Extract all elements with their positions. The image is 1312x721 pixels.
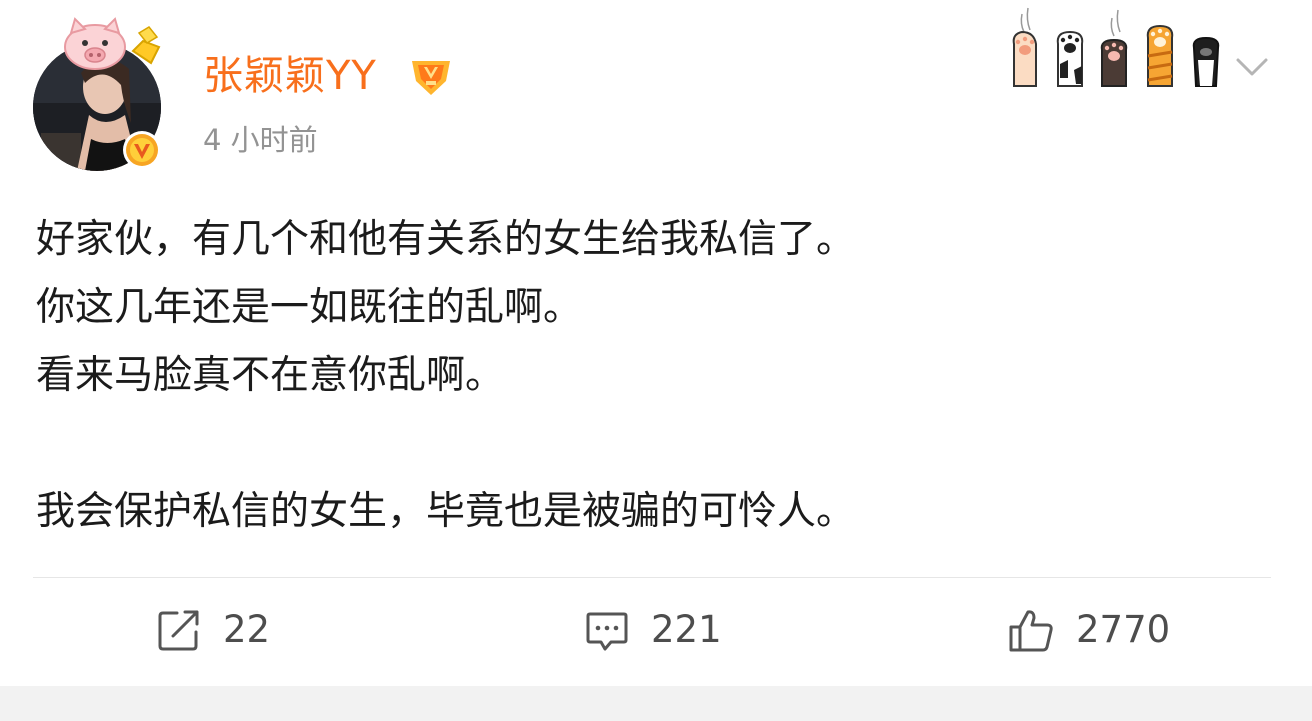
- username[interactable]: 张颖颖YY: [203, 50, 377, 102]
- chevron-down-icon[interactable]: [1232, 52, 1272, 82]
- comment-count: 221: [651, 608, 722, 651]
- repost-count: 22: [223, 608, 271, 651]
- like-button[interactable]: 2770: [1008, 600, 1170, 660]
- post-content: 好家伙，有几个和他有关系的女生给我私信了。 你这几年还是一如既往的乱啊。 看来马…: [36, 206, 1276, 546]
- thumbs-up-icon: [1009, 610, 1053, 652]
- rank-badge-icon[interactable]: [408, 55, 454, 97]
- comment-icon: [586, 612, 628, 651]
- divider: [33, 577, 1271, 578]
- post-timestamp: 4 小时前: [203, 123, 318, 157]
- feed-separator: [0, 686, 1312, 721]
- post-text-line: 看来马脸真不在意你乱啊。: [36, 353, 505, 398]
- pig-frame-icon: [64, 17, 161, 70]
- verified-badge-icon: [123, 131, 161, 169]
- like-count: 2770: [1076, 608, 1171, 651]
- post-text-line: 你这几年还是一如既往的乱啊。: [36, 285, 583, 330]
- post-text-line: 好家伙，有几个和他有关系的女生给我私信了。: [36, 217, 856, 262]
- post-text-line: 我会保护私信的女生，毕竟也是被骗的可怜人。: [36, 489, 856, 534]
- weibo-post-card: 张颖颖YY 4 小时前 好家伙，有几个和他有关系的女生给我私信了。 你这几年还是…: [0, 0, 1312, 721]
- comment-button[interactable]: 221: [585, 600, 722, 660]
- post-text-line: [36, 410, 1276, 478]
- cat-paws-decoration-icon: [1012, 7, 1220, 87]
- avatar-area[interactable]: [33, 17, 168, 172]
- repost-button[interactable]: 22: [157, 600, 270, 660]
- share-icon: [158, 610, 199, 651]
